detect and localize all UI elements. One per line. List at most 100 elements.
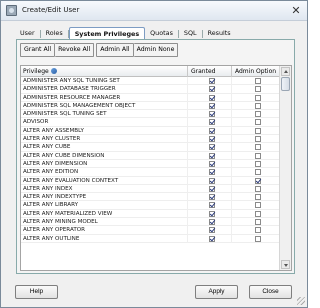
cell-divider [187, 226, 188, 235]
cell-divider [187, 201, 188, 210]
admin-option-checkbox[interactable] [255, 185, 261, 192]
column-header-granted[interactable]: Granted [191, 67, 215, 76]
tab-system-privileges[interactable]: System Privileges [68, 27, 146, 39]
granted-checkbox[interactable] [209, 144, 215, 151]
cell-divider [231, 143, 232, 152]
admin-option-checkbox[interactable] [255, 86, 261, 93]
cell-divider [231, 234, 232, 243]
table-row[interactable]: ALTER ANY CUBE [21, 143, 280, 152]
table-row[interactable]: ALTER ANY OUTLINE [21, 234, 280, 243]
admin-option-checkbox[interactable] [255, 136, 261, 143]
privilege-name: ALTER ANY MINING MODEL [23, 219, 98, 226]
privilege-name: ALTER ANY DIMENSION [23, 160, 88, 167]
tab-roles[interactable]: Roles [41, 28, 68, 39]
admin-option-checkbox[interactable] [255, 235, 261, 242]
granted-checkbox[interactable] [209, 119, 215, 126]
table-row[interactable]: ADMINISTER DATABASE TRIGGER [21, 85, 280, 94]
sort-icon [50, 68, 57, 74]
admin-option-checkbox[interactable] [255, 194, 261, 201]
table-row[interactable]: ADMINISTER ANY SQL TUNING SET [21, 77, 280, 86]
granted-checkbox[interactable] [209, 185, 215, 192]
table-row[interactable]: ALTER ANY CUBE DIMENSION [21, 151, 280, 160]
admin-option-checkbox[interactable] [255, 144, 261, 151]
table-row[interactable]: ADMINISTER SQL TUNING SET [21, 110, 280, 119]
table-row[interactable]: ADMINISTER RESOURCE MANAGER [21, 93, 280, 102]
cell-divider [187, 101, 188, 111]
admin-option-checkbox[interactable] [255, 119, 261, 126]
vertical-scrollbar[interactable] [279, 66, 291, 270]
close-button[interactable]: Close [249, 285, 292, 299]
privilege-name: ALTER ANY ASSEMBLY [23, 127, 84, 134]
revoke-all-button[interactable]: Revoke All [55, 43, 95, 57]
granted-checkbox[interactable] [209, 111, 215, 118]
scroll-down-icon[interactable] [281, 260, 290, 269]
granted-checkbox[interactable] [209, 169, 215, 176]
table-row[interactable]: ALTER ANY OPERATOR [21, 226, 280, 235]
grant-all-button[interactable]: Grant All [20, 43, 56, 57]
cell-divider [231, 118, 232, 127]
admin-none-button[interactable]: Admin None [133, 43, 179, 57]
table-row[interactable]: ALTER ANY EVALUATION CONTEXT [21, 176, 280, 185]
cell-divider [231, 151, 232, 160]
title-bar[interactable]: Create/Edit User ✕ [1, 1, 307, 21]
admin-option-checkbox[interactable] [255, 78, 261, 84]
admin-option-checkbox[interactable] [255, 219, 261, 226]
scroll-up-icon[interactable] [281, 67, 290, 76]
granted-checkbox[interactable] [209, 160, 215, 167]
granted-checkbox[interactable] [209, 177, 215, 184]
granted-checkbox[interactable] [209, 210, 215, 217]
cell-divider [187, 118, 188, 127]
column-divider[interactable] [187, 66, 188, 77]
tab-quotas[interactable]: Quotas [145, 28, 178, 39]
granted-checkbox[interactable] [209, 78, 215, 84]
admin-option-checkbox[interactable] [255, 169, 261, 176]
granted-checkbox[interactable] [209, 219, 215, 226]
admin-option-checkbox[interactable] [255, 160, 261, 167]
granted-checkbox[interactable] [209, 227, 215, 234]
granted-checkbox[interactable] [209, 202, 215, 209]
resize-grip-icon[interactable] [297, 297, 305, 305]
admin-option-checkbox[interactable] [255, 127, 261, 134]
granted-checkbox[interactable] [209, 102, 215, 109]
granted-checkbox[interactable] [209, 194, 215, 201]
apply-button[interactable]: Apply [195, 285, 238, 299]
table-row[interactable]: ALTER ANY LIBRARY [21, 201, 280, 210]
admin-option-checkbox[interactable] [255, 152, 261, 159]
table-row[interactable]: ALTER ANY ASSEMBLY [21, 126, 280, 136]
table-row[interactable]: ADMINISTER SQL MANAGEMENT OBJECT [21, 101, 280, 111]
table-row[interactable]: ALTER ANY INDEX [21, 184, 280, 194]
admin-option-checkbox[interactable] [255, 102, 261, 109]
admin-option-checkbox[interactable] [255, 210, 261, 217]
granted-checkbox[interactable] [209, 136, 215, 143]
column-header-admin-option[interactable]: Admin Option [235, 67, 276, 76]
tab-user[interactable]: User [15, 28, 40, 39]
admin-all-button[interactable]: Admin All [96, 43, 134, 57]
admin-option-checkbox[interactable] [255, 177, 261, 184]
cell-divider [187, 151, 188, 160]
help-button[interactable]: Help [15, 285, 58, 299]
granted-checkbox[interactable] [209, 86, 215, 93]
admin-option-checkbox[interactable] [255, 94, 261, 101]
scroll-thumb[interactable] [281, 77, 290, 91]
tab-sql[interactable]: SQL [179, 28, 202, 39]
table-row[interactable]: ALTER ANY CLUSTER [21, 135, 280, 144]
admin-option-checkbox[interactable] [255, 111, 261, 118]
granted-checkbox[interactable] [209, 235, 215, 242]
table-row[interactable]: ALTER ANY INDEXTYPE [21, 193, 280, 202]
admin-option-checkbox[interactable] [255, 202, 261, 209]
table-row[interactable]: ALTER ANY DIMENSION [21, 159, 280, 169]
granted-checkbox[interactable] [209, 94, 215, 101]
tab-results[interactable]: Results [203, 28, 236, 39]
table-row[interactable]: ALTER ANY EDITION [21, 168, 280, 177]
table-row[interactable]: ALTER ANY MATERIALIZED VIEW [21, 209, 280, 219]
granted-checkbox[interactable] [209, 152, 215, 159]
column-divider[interactable] [231, 66, 232, 77]
granted-checkbox[interactable] [209, 127, 215, 134]
close-window-icon[interactable]: ✕ [289, 4, 303, 17]
table-row[interactable]: ADVISOR [21, 118, 280, 127]
window-title: Create/Edit User [22, 6, 80, 14]
table-row[interactable]: ALTER ANY MINING MODEL [21, 218, 280, 227]
column-header-privilege[interactable]: Privilege [23, 67, 57, 76]
admin-option-checkbox[interactable] [255, 227, 261, 234]
cell-divider [231, 218, 232, 227]
